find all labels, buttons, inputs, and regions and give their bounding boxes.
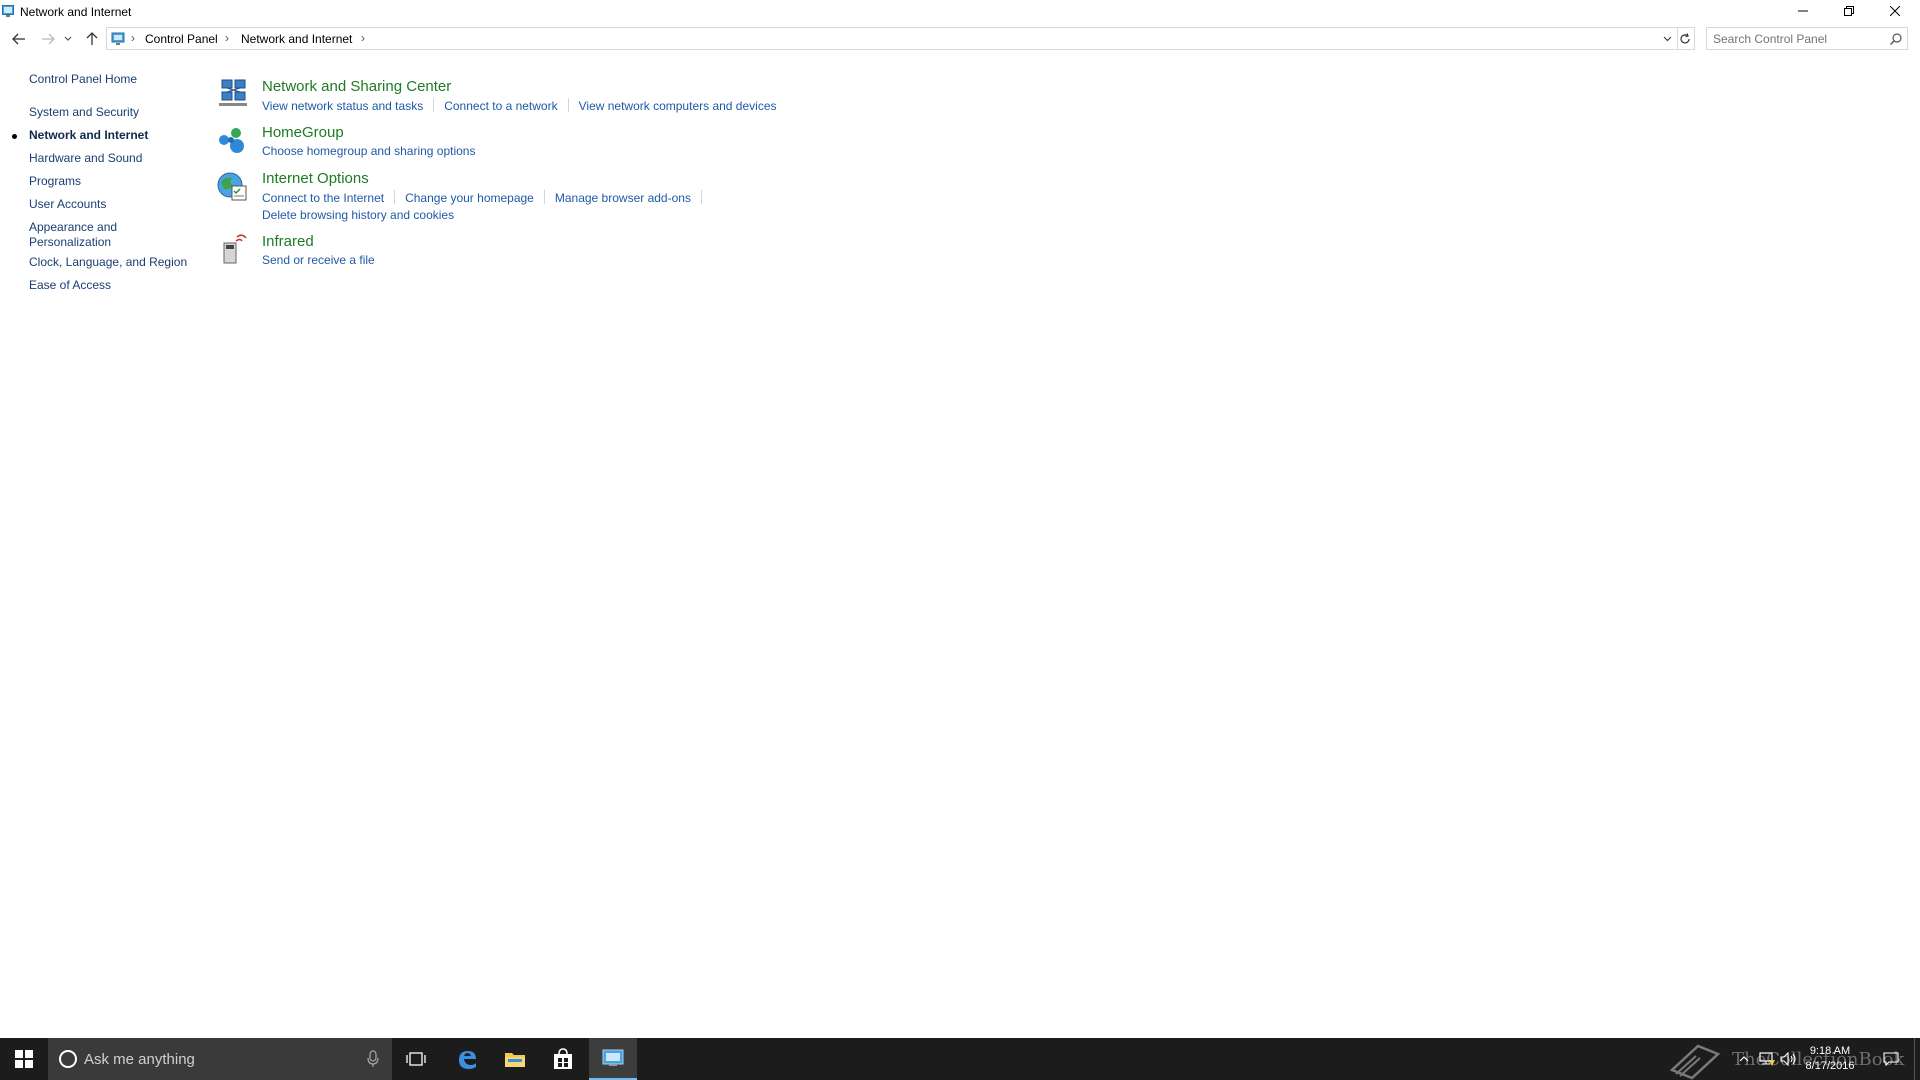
chevron-down-icon <box>1663 36 1672 41</box>
book-logo-icon <box>1669 1044 1721 1080</box>
connect-to-internet-link[interactable]: Connect to the Internet <box>262 191 384 205</box>
minimize-icon <box>1798 10 1808 12</box>
taskbar-control-panel-button[interactable] <box>589 1038 637 1080</box>
taskbar-clock[interactable]: 9:18 AM 8/17/2016 <box>1794 1044 1866 1074</box>
restore-button[interactable] <box>1826 0 1872 22</box>
taskbar: Ask me anything TheCollectionBook 9:18 A… <box>0 1038 1920 1080</box>
homegroup-links: Choose homegroup and sharing options <box>262 144 475 158</box>
view-network-computers-link[interactable]: View network computers and devices <box>579 99 777 113</box>
homegroup-icon[interactable] <box>216 124 250 158</box>
infrared-title[interactable]: Infrared <box>262 233 314 250</box>
microphone-icon[interactable] <box>366 1050 380 1068</box>
chevron-up-icon <box>1739 1056 1749 1062</box>
recent-locations-button[interactable] <box>62 29 74 49</box>
nav-item-clock-language-region[interactable]: Clock, Language, and Region <box>29 255 189 270</box>
clock-time: 9:18 AM <box>1809 1045 1851 1057</box>
internet-options-links-row2: Delete browsing history and cookies <box>262 208 454 222</box>
link-divider <box>543 190 545 204</box>
search-input[interactable] <box>1713 31 1883 47</box>
taskbar-edge-button[interactable] <box>443 1038 491 1080</box>
nav-item-network-and-internet[interactable]: Network and Internet <box>29 128 189 143</box>
choose-homegroup-options-link[interactable]: Choose homegroup and sharing options <box>262 144 475 158</box>
current-category-bullet <box>12 134 17 139</box>
file-explorer-icon <box>505 1053 525 1067</box>
nav-item-ease-of-access[interactable]: Ease of Access <box>29 278 189 293</box>
chevron-down-icon <box>64 36 72 41</box>
internet-options-icon[interactable] <box>216 170 250 204</box>
back-arrow-icon <box>12 33 25 45</box>
nav-item-hardware-and-sound[interactable]: Hardware and Sound <box>29 151 189 166</box>
control-panel-icon <box>2 5 14 17</box>
restore-icon <box>1844 6 1854 16</box>
send-receive-file-link[interactable]: Send or receive a file <box>262 253 375 267</box>
nav-item-user-accounts[interactable]: User Accounts <box>29 197 189 212</box>
homegroup-title[interactable]: HomeGroup <box>262 124 344 141</box>
address-history-button[interactable] <box>1657 28 1677 49</box>
internet-options-title[interactable]: Internet Options <box>262 170 369 187</box>
nav-item-appearance-and-personalization[interactable]: Appearance and Personalization <box>29 220 129 250</box>
task-view-icon <box>406 1052 426 1066</box>
refresh-icon <box>1679 32 1690 43</box>
search-icon[interactable] <box>1889 32 1903 46</box>
store-icon <box>554 1048 572 1069</box>
cortana-search-box[interactable]: Ask me anything <box>48 1038 392 1080</box>
close-button[interactable] <box>1872 0 1918 22</box>
edge-icon <box>459 1051 476 1069</box>
minimize-button[interactable] <box>1780 0 1826 22</box>
internet-options-links: Connect to the Internet Change your homep… <box>262 190 712 205</box>
breadcrumb-network-and-internet[interactable]: Network and Internet <box>241 32 352 46</box>
forward-button[interactable] <box>38 29 58 49</box>
back-button[interactable] <box>9 29 29 49</box>
task-view-button[interactable] <box>392 1038 440 1080</box>
network-and-sharing-center-links: View network status and tasks Connect to … <box>262 98 777 113</box>
up-button[interactable] <box>82 29 102 49</box>
windows-logo-icon <box>15 1050 33 1068</box>
address-bar[interactable]: › Control Panel › Network and Internet › <box>106 27 1678 50</box>
delete-browsing-history-link[interactable]: Delete browsing history and cookies <box>262 208 454 222</box>
forward-arrow-icon <box>42 33 55 45</box>
up-arrow-icon <box>86 32 98 45</box>
start-button[interactable] <box>0 1038 48 1080</box>
control-panel-home-link[interactable]: Control Panel Home <box>29 72 137 86</box>
connect-to-network-link[interactable]: Connect to a network <box>444 99 557 113</box>
window-title: Network and Internet <box>20 5 132 19</box>
breadcrumb-separator: › <box>225 31 229 45</box>
action-center-button[interactable] <box>1876 1038 1906 1080</box>
network-and-sharing-center-title[interactable]: Network and Sharing Center <box>262 78 451 95</box>
search-box[interactable] <box>1706 27 1908 50</box>
network-warning-icon <box>1759 1052 1775 1066</box>
view-network-status-link[interactable]: View network status and tasks <box>262 99 423 113</box>
link-divider <box>394 190 396 204</box>
refresh-button[interactable] <box>1675 27 1695 50</box>
link-divider <box>433 98 435 112</box>
cortana-search-text: Ask me anything <box>84 1051 195 1068</box>
link-divider <box>567 98 569 112</box>
close-icon <box>1890 6 1900 16</box>
infrared-links: Send or receive a file <box>262 253 375 267</box>
action-center-icon <box>1883 1052 1899 1066</box>
nav-item-system-and-security[interactable]: System and Security <box>29 105 189 120</box>
infrared-icon[interactable] <box>216 233 250 267</box>
taskbar-file-explorer-button[interactable] <box>491 1038 539 1080</box>
network-sharing-icon[interactable] <box>216 78 250 112</box>
show-hidden-icons-button[interactable] <box>1732 1038 1756 1080</box>
nav-item-programs[interactable]: Programs <box>29 174 189 189</box>
taskbar-store-button[interactable] <box>539 1038 587 1080</box>
show-desktop-button[interactable] <box>1914 1038 1920 1080</box>
breadcrumb-separator: › <box>131 31 135 45</box>
cortana-icon <box>59 1050 77 1068</box>
change-homepage-link[interactable]: Change your homepage <box>405 191 534 205</box>
title-bar: Network and Internet <box>0 0 1920 24</box>
control-panel-icon <box>111 32 125 45</box>
breadcrumb-separator[interactable]: › <box>361 31 365 45</box>
navigation-bar: › Control Panel › Network and Internet › <box>0 27 1920 51</box>
network-tray-button[interactable] <box>1756 1038 1778 1080</box>
link-divider <box>700 190 702 204</box>
clock-date: 8/17/2016 <box>1805 1060 1855 1072</box>
manage-browser-addons-link[interactable]: Manage browser add-ons <box>555 191 691 205</box>
control-panel-icon <box>602 1049 624 1066</box>
breadcrumb-control-panel[interactable]: Control Panel <box>145 32 218 46</box>
